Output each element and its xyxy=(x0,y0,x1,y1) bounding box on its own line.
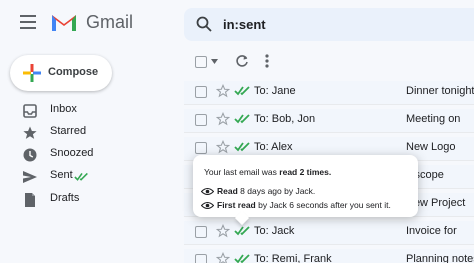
tooltip-first-read-line: First read by Jack 6 seconds after you s… xyxy=(217,200,391,210)
eye-icon xyxy=(201,201,214,210)
send-icon xyxy=(23,171,37,183)
top-bar: Gmail in:sent xyxy=(0,0,474,46)
subject: Meeting on xyxy=(406,113,461,125)
clock-icon xyxy=(23,148,37,162)
double-check-icon xyxy=(234,86,250,96)
read-receipt-tooltip: Your last email was read 2 times. Read 8… xyxy=(193,155,418,226)
star-outline-icon[interactable] xyxy=(216,140,230,154)
email-row[interactable]: To: Jane Dinner tonight? xyxy=(184,81,474,105)
double-check-icon xyxy=(74,172,88,181)
recipient: To: Alex xyxy=(254,141,293,153)
email-row[interactable]: To: Remi, Frank Planning notes xyxy=(184,249,474,263)
sidebar-item-label: Starred xyxy=(50,125,87,137)
first-read-label: First read xyxy=(217,200,256,210)
subject: Dinner tonight? xyxy=(406,85,474,97)
tooltip-summary: Your last email was read 2 times. xyxy=(204,167,331,177)
sidebar-item-sent[interactable]: Sent xyxy=(22,167,182,187)
recipient: To: Bob, Jon xyxy=(254,113,316,125)
more-options-icon[interactable] xyxy=(264,53,270,69)
sidebar-item-label: Drafts xyxy=(50,192,80,204)
subject: New Logo xyxy=(406,141,456,153)
search-icon[interactable] xyxy=(196,16,212,32)
row-checkbox[interactable] xyxy=(195,114,207,126)
sidebar-item-starred[interactable]: Starred xyxy=(22,123,182,143)
recipient: To: Jane xyxy=(254,85,296,97)
summary-prefix: Your last email was xyxy=(204,167,280,177)
inbox-icon xyxy=(23,104,37,118)
double-check-icon xyxy=(234,226,250,236)
compose-button[interactable]: Compose xyxy=(10,55,112,91)
subject: Planning notes xyxy=(406,253,474,263)
star-outline-icon[interactable] xyxy=(216,252,230,263)
star-outline-icon[interactable] xyxy=(216,224,230,238)
sidebar-item-label: Sent xyxy=(50,169,73,181)
read-label: Read xyxy=(217,186,238,196)
row-checkbox[interactable] xyxy=(195,142,207,154)
sidebar-item-label: Inbox xyxy=(50,103,77,115)
star-outline-icon[interactable] xyxy=(216,112,230,126)
recipient: To: Jack xyxy=(254,225,295,237)
star-icon xyxy=(23,126,37,139)
brand-name: Gmail xyxy=(86,12,134,32)
sidebar-item-inbox[interactable]: Inbox xyxy=(22,101,182,121)
email-row[interactable]: To: Jack Invoice for xyxy=(184,221,474,245)
sidebar-item-snoozed[interactable]: Snoozed xyxy=(22,145,182,165)
plus-icon xyxy=(23,64,41,82)
double-check-icon xyxy=(234,114,250,124)
gmail-logo-icon[interactable] xyxy=(50,10,78,34)
sidebar-item-label: Snoozed xyxy=(50,147,94,159)
row-checkbox[interactable] xyxy=(195,226,207,238)
menu-icon[interactable] xyxy=(20,15,36,29)
mail-toolbar xyxy=(184,50,474,74)
draft-icon xyxy=(25,193,35,207)
first-read-detail: by Jack 6 seconds after you sent it. xyxy=(255,200,391,210)
chevron-down-icon[interactable] xyxy=(211,59,218,64)
search-input[interactable]: in:sent xyxy=(223,17,266,32)
compose-label: Compose xyxy=(48,66,99,78)
refresh-icon[interactable] xyxy=(235,54,249,68)
star-outline-icon[interactable] xyxy=(216,84,230,98)
email-row[interactable]: To: Bob, Jon Meeting on xyxy=(184,109,474,133)
double-check-icon xyxy=(234,254,250,263)
select-all-checkbox[interactable] xyxy=(195,56,207,68)
subject: Invoice for xyxy=(406,225,457,237)
recipient: To: Remi, Frank xyxy=(254,253,332,263)
search-bar[interactable]: in:sent xyxy=(184,8,474,41)
sidebar-item-drafts[interactable]: Drafts xyxy=(22,190,182,210)
tooltip-read-line: Read 8 days ago by Jack. xyxy=(217,186,315,196)
summary-count: read 2 times. xyxy=(279,167,332,177)
row-checkbox[interactable] xyxy=(195,86,207,98)
row-checkbox[interactable] xyxy=(195,254,207,263)
double-check-icon xyxy=(234,142,250,152)
eye-icon xyxy=(201,187,214,196)
read-detail: 8 days ago by Jack. xyxy=(237,186,316,196)
